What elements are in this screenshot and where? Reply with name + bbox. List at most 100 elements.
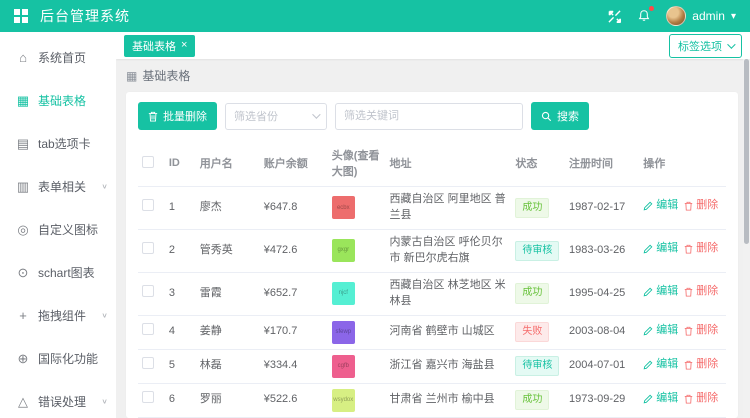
delete-button[interactable]: 删除	[684, 323, 718, 339]
sidebar: ⌂系统首页▦基础表格▤tab选项卡▥表单相关∨◎自定义图标 ⊙ schart图表 +拖…	[0, 32, 116, 418]
cell-balance: ¥522.6	[260, 383, 328, 417]
notification-bell-icon[interactable]	[636, 8, 652, 24]
user-menu[interactable]: admin ▾	[666, 6, 736, 26]
chevron-down-icon	[312, 110, 320, 118]
status-badge: 成功	[515, 283, 549, 304]
table-header-row: ID 用户名 账户余额 头像(查看大图) 地址 状态 注册时间 操作	[138, 140, 726, 187]
edit-button[interactable]: 编辑	[643, 323, 678, 339]
row-checkbox[interactable]	[142, 323, 154, 335]
avatar-image[interactable]: gxgr	[332, 239, 355, 262]
avatar-image[interactable]: njcf	[332, 282, 355, 305]
i18n-icon: ⊕	[16, 351, 30, 367]
delete-button[interactable]: 删除	[684, 284, 718, 300]
cell-date: 1973-09-29	[565, 383, 639, 417]
custom-icon: ◎	[16, 222, 30, 238]
province-filter-select[interactable]: 筛选省份	[225, 103, 327, 130]
delete-button[interactable]: 删除	[684, 241, 718, 257]
trash-icon	[684, 287, 693, 297]
trash-icon	[684, 394, 693, 404]
cell-username: 管秀英	[196, 229, 260, 272]
fullscreen-icon[interactable]	[606, 8, 622, 24]
cell-id: 1	[165, 187, 196, 230]
tab-basic-table[interactable]: 基础表格 ×	[124, 35, 195, 57]
scrollbar-thumb[interactable]	[744, 59, 749, 244]
user-avatar	[666, 6, 686, 26]
tab-icon: ▤	[16, 136, 30, 152]
edit-button[interactable]: 编辑	[643, 284, 678, 300]
avatar-image[interactable]: cgfb	[332, 355, 355, 378]
row-checkbox[interactable]	[142, 285, 154, 297]
chevron-down-icon	[727, 40, 735, 48]
row-checkbox[interactable]	[142, 391, 154, 403]
cell-address: 甘肃省 兰州市 榆中县	[386, 383, 512, 417]
sidebar-item-表单相关[interactable]: ▥表单相关∨	[0, 165, 116, 208]
sidebar-item-自定义图标[interactable]: ◎自定义图标	[0, 208, 116, 251]
error-icon: △	[16, 394, 30, 410]
table-body: 1廖杰¥647.8ecbx西藏自治区 阿里地区 普兰县成功1987-02-17编…	[138, 187, 726, 418]
row-checkbox[interactable]	[142, 242, 154, 254]
cell-balance: ¥170.7	[260, 315, 328, 349]
trash-icon	[148, 111, 158, 122]
sidebar-item-label: 基础表格	[38, 92, 86, 109]
cell-address: 河南省 鹤壁市 山城区	[386, 315, 512, 349]
pencil-icon	[643, 326, 653, 336]
cell-balance: ¥334.4	[260, 349, 328, 383]
batch-delete-button[interactable]: 批量删除	[138, 102, 217, 130]
row-checkbox[interactable]	[142, 357, 154, 369]
edit-button[interactable]: 编辑	[643, 357, 678, 373]
search-button[interactable]: 搜索	[531, 102, 589, 130]
cell-username: 廖杰	[196, 187, 260, 230]
cell-date: 1987-02-17	[565, 187, 639, 230]
collapse-menu-icon[interactable]	[14, 9, 28, 23]
keyword-filter-input[interactable]	[335, 103, 523, 130]
edit-button[interactable]: 编辑	[643, 198, 678, 214]
table-card: 批量删除 筛选省份 搜索 ID 用户名 账户余额 头像(查看大图) 地址	[126, 92, 738, 418]
drag-icon: +	[16, 308, 30, 323]
delete-button[interactable]: 删除	[684, 391, 718, 407]
edit-button[interactable]: 编辑	[643, 241, 678, 257]
tag-options-button[interactable]: 标签选项	[669, 34, 742, 58]
edit-button[interactable]: 编辑	[643, 391, 678, 407]
avatar-image[interactable]: sfewp	[332, 321, 355, 344]
cell-balance: ¥647.8	[260, 187, 328, 230]
sidebar-item-tab选项卡[interactable]: ▤tab选项卡	[0, 122, 116, 165]
delete-button[interactable]: 删除	[684, 198, 718, 214]
header-avatar: 头像(查看大图)	[328, 140, 386, 187]
table-row: 1廖杰¥647.8ecbx西藏自治区 阿里地区 普兰县成功1987-02-17编…	[138, 187, 726, 230]
home-icon: ⌂	[16, 50, 30, 65]
app-title: 后台管理系统	[40, 6, 130, 26]
sidebar-item-基础表格[interactable]: ▦基础表格	[0, 79, 116, 122]
cell-username: 姜静	[196, 315, 260, 349]
chevron-down-icon: ∨	[101, 311, 108, 320]
sidebar-item-label: schart图表	[38, 264, 95, 281]
cell-username: 罗丽	[196, 383, 260, 417]
status-badge: 待审核	[515, 241, 559, 262]
sidebar-item-schart图表[interactable]: ⊙ schart图表	[0, 251, 116, 294]
pencil-icon	[643, 201, 653, 211]
trash-icon	[684, 326, 693, 336]
row-checkbox[interactable]	[142, 199, 154, 211]
select-all-checkbox[interactable]	[142, 156, 154, 168]
form-icon: ▥	[16, 179, 30, 195]
table-breadcrumb-icon: ▦	[126, 69, 137, 83]
cell-address: 内蒙古自治区 呼伦贝尔市 新巴尔虎右旗	[386, 229, 512, 272]
sidebar-item-系统首页[interactable]: ⌂系统首页	[0, 36, 116, 79]
avatar-image[interactable]: ecbx	[332, 196, 355, 219]
tab-close-icon[interactable]: ×	[181, 40, 187, 51]
sidebar-item-错误处理[interactable]: △错误处理∨	[0, 380, 116, 418]
header-actions: 操作	[639, 140, 726, 187]
trash-icon	[684, 244, 693, 254]
cell-address: 浙江省 嘉兴市 海盐县	[386, 349, 512, 383]
sidebar-item-国际化功能[interactable]: ⊕ 国际化功能	[0, 337, 116, 380]
cell-balance: ¥652.7	[260, 272, 328, 315]
sidebar-item-拖拽组件[interactable]: +拖拽组件∨	[0, 294, 116, 337]
sidebar-item-label: 国际化功能	[38, 350, 98, 367]
user-caret-icon: ▾	[731, 11, 736, 22]
header-balance: 账户余额	[260, 140, 328, 187]
header-date: 注册时间	[565, 140, 639, 187]
delete-button[interactable]: 删除	[684, 357, 718, 373]
user-name: admin	[692, 9, 725, 23]
avatar-image[interactable]: wsydox	[332, 389, 355, 412]
chart-icon: ⊙	[16, 265, 30, 281]
cell-username: 雷霞	[196, 272, 260, 315]
